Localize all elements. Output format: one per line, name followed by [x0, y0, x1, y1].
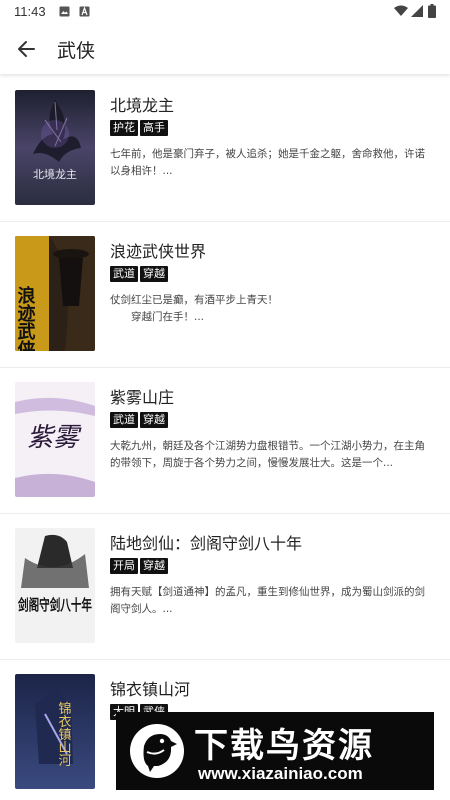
status-time: 11:43	[14, 4, 46, 19]
tag-list: 武道 穿越	[110, 266, 168, 282]
tag-list: 武道 穿越	[110, 412, 168, 428]
book-item[interactable]: 北境龙主 北境龙主 护花 高手 七年前，他是豪门弃子，被人追杀；她是千金之躯，舍…	[0, 76, 450, 222]
status-bar: 11:43	[0, 0, 450, 24]
book-cover: 锦衣镇山河	[15, 674, 95, 789]
book-tag: 穿越	[140, 558, 168, 574]
watermark-title: 下载鸟资源	[194, 726, 374, 766]
page-title: 武侠	[57, 40, 96, 62]
book-title: 陆地剑仙：剑阁守剑八十年	[110, 534, 303, 553]
tag-list: 开局 穿越	[110, 558, 168, 574]
back-arrow-icon[interactable]	[14, 36, 40, 62]
book-cover: 剑阁守剑八十年	[15, 528, 95, 643]
book-item[interactable]: 剑阁守剑八十年 陆地剑仙：剑阁守剑八十年 开局 穿越 拥有天赋【剑道通神】的孟凡…	[0, 514, 450, 660]
book-title: 北境龙主	[110, 96, 175, 115]
battery-icon	[428, 4, 436, 18]
book-tag: 高手	[140, 120, 168, 136]
book-description: 大乾九州，朝廷及各个江湖势力盘根错节。一个江湖小势力，在主角的带领下，周旋于各个…	[110, 440, 425, 469]
book-title: 紫雾山庄	[110, 388, 175, 407]
cover-title-text: 浪迹武侠	[15, 285, 36, 351]
book-tag: 护花	[110, 120, 138, 136]
book-cover: 北境龙主	[15, 90, 95, 205]
book-tag: 武道	[110, 266, 138, 282]
book-tag: 穿越	[140, 412, 168, 428]
cover-title-text: 锦衣镇山河	[56, 702, 72, 767]
book-tag: 穿越	[140, 266, 168, 282]
book-cover: 紫雾	[15, 382, 95, 497]
watermark-url: www.xiazainiao.com	[198, 764, 363, 783]
watermark-banner: 下载鸟资源 www.xiazainiao.com	[116, 712, 434, 790]
book-description: 七年前，他是豪门弃子，被人追杀；她是千金之躯，舍命救他，许诺以身相许！...	[110, 148, 425, 177]
book-description: 拥有天赋【剑道通神】的孟凡，重生到修仙世界，成为蜀山剑派的剑阁守剑人。...	[110, 586, 425, 615]
book-cover: 浪迹武侠	[15, 236, 95, 351]
book-tag: 开局	[110, 558, 138, 574]
signal-icon	[411, 5, 423, 17]
tag-list: 护花 高手	[110, 120, 168, 136]
image-notification-icon	[59, 6, 70, 17]
book-title: 浪迹武侠世界	[110, 242, 207, 261]
cover-title-text: 北境龙主	[33, 167, 77, 181]
cover-title-text: 紫雾	[27, 423, 82, 453]
book-item[interactable]: 浪迹武侠 浪迹武侠世界 武道 穿越 仗剑红尘已是癫，有酒平步上青天！ 穿越门在手…	[0, 222, 450, 368]
book-tag: 武道	[110, 412, 138, 428]
cover-title-text: 剑阁守剑八十年	[17, 596, 92, 614]
a-notification-icon	[79, 6, 90, 17]
bird-logo-icon	[130, 724, 184, 778]
book-description: 仗剑红尘已是癫，有酒平步上青天！ 穿越门在手！...	[110, 294, 278, 323]
book-item[interactable]: 紫雾 紫雾山庄 武道 穿越 大乾九州，朝廷及各个江湖势力盘根错节。一个江湖小势力…	[0, 368, 450, 514]
book-list: 北境龙主 北境龙主 护花 高手 七年前，他是豪门弃子，被人追杀；她是千金之躯，舍…	[0, 76, 450, 800]
app-bar: 武侠	[0, 24, 450, 74]
wifi-icon	[394, 5, 408, 16]
book-title: 锦衣镇山河	[110, 680, 191, 699]
